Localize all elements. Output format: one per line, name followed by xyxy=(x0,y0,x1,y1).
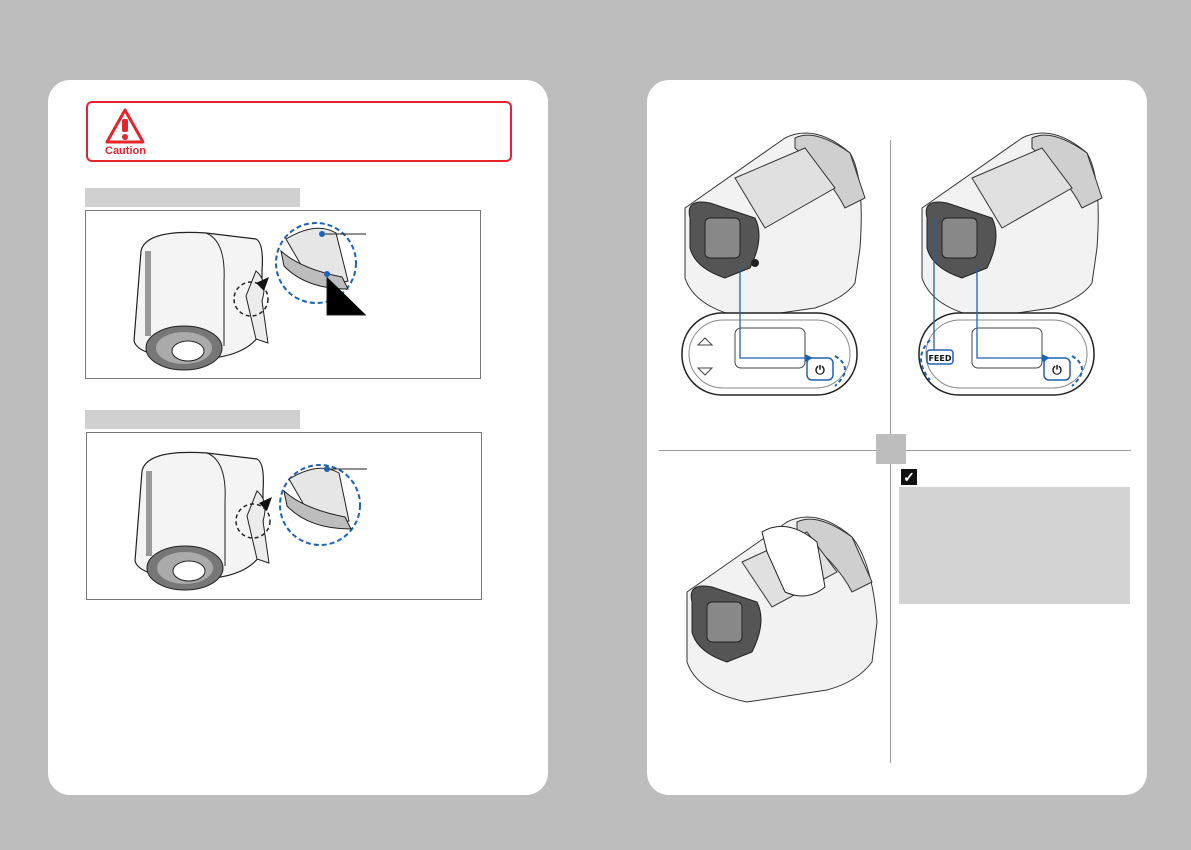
caution-box: Caution xyxy=(86,101,512,162)
printer-paper-loaded-illustration xyxy=(686,516,878,703)
paper-roll-illustration-1 xyxy=(133,222,366,371)
check-icon: ✓ xyxy=(901,469,917,485)
caution-label: Caution xyxy=(105,145,146,157)
power-button-label: ⏻ xyxy=(815,363,825,377)
step-marker xyxy=(876,434,906,464)
printer-power-button-illustration: ⏻ xyxy=(681,132,866,396)
warning-triangle-icon: Caution xyxy=(105,108,146,160)
printer-feed-power-illustration: FEED ⏻ xyxy=(918,132,1103,396)
right-page: ⏻ FEED ⏻ ✓ xyxy=(647,80,1147,795)
figure2-header-bar xyxy=(85,410,300,429)
left-page: Caution xyxy=(48,80,548,795)
paper-roll-illustration-2 xyxy=(134,451,367,591)
power-button-label-b: ⏻ xyxy=(1052,363,1062,377)
feed-button-label: FEED xyxy=(928,354,951,363)
note-box xyxy=(899,487,1130,604)
figure1-frame xyxy=(85,210,481,379)
figure1-header-bar xyxy=(85,188,300,207)
figure2-frame xyxy=(86,432,482,600)
